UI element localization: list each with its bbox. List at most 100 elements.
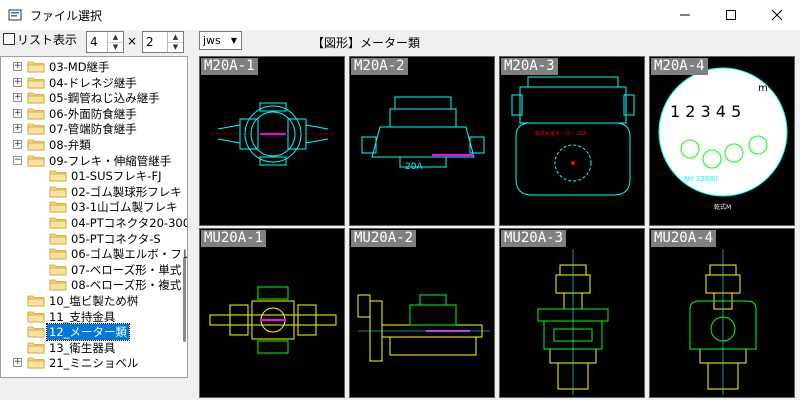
tree-item[interactable]: +04-ドレネジ継手 — [1, 75, 181, 91]
folder-icon — [27, 356, 45, 369]
expand-icon[interactable]: + — [13, 77, 22, 87]
maximize-icon — [726, 10, 736, 20]
svg-text:20A: 20A — [405, 162, 423, 172]
cad-drawing — [689, 249, 757, 395]
folder-icon — [27, 122, 45, 135]
tree-item[interactable]: +08-弁類 — [1, 137, 181, 153]
tree-item-label: 21_ミニショベル — [49, 356, 139, 371]
dial-unit: m³ — [758, 83, 772, 94]
expand-icon[interactable]: + — [13, 124, 22, 134]
thumbnail-mu20a-2[interactable]: MU20A-2 — [349, 228, 495, 398]
thumbnail-label: MU20A-2 — [351, 230, 417, 247]
rows-stepper[interactable]: 2 ▲ ▼ — [142, 31, 184, 53]
thumbnail-m20a-3[interactable]: 乾式水道メーター 20A M20A-3 — [499, 56, 645, 226]
tree-item[interactable]: − 09-フレキ・伸縮管継手 — [1, 153, 181, 169]
tree-item-label: 11_支持金具 — [49, 309, 116, 324]
thumbnail-mu20a-1[interactable]: MU20A-1 — [199, 228, 345, 398]
tree-item[interactable]: 12_メーター類 — [1, 323, 181, 342]
folder-icon — [27, 154, 45, 167]
tree-item-label: 08-ベローズ形・複式 — [71, 278, 182, 293]
folder-tree[interactable]: +03-MD継手 +04-ドレネジ継手 +05-鋼管ねじ込み継手 +06-外面防食継手… — [0, 56, 188, 378]
folder-icon — [49, 169, 67, 182]
folder-icon — [27, 60, 45, 73]
collapse-icon[interactable]: − — [13, 155, 22, 165]
tree-item[interactable]: +06-外面防食継手 — [1, 106, 181, 122]
dial-footer: 乾式M — [714, 203, 731, 211]
list-display-checkbox[interactable] — [3, 33, 15, 45]
tree-item[interactable]: +05-鋼管ねじ込み継手 — [1, 90, 181, 106]
folder-icon — [49, 200, 67, 213]
thumbnail-mu20a-4[interactable]: MU20A-4 — [649, 228, 795, 398]
tree-item[interactable]: 04-PTコネクタ20-300 — [1, 215, 187, 231]
tree-item-label: 06-ゴム製エルボ・フレ — [71, 247, 188, 262]
tree-item[interactable]: 05-PTコネクタ-S — [1, 231, 181, 247]
cad-drawing — [537, 249, 609, 395]
rows-up-button[interactable]: ▲ — [168, 32, 183, 42]
thumbnail-grid: M20A-1 20A M20A-2 乾式水道メーター 20A M20A-3 1 2 … — [199, 56, 797, 398]
tree-item[interactable]: 13_衛生器具 — [1, 340, 181, 356]
tree-item[interactable]: 02-ゴム製球形フレキ — [1, 184, 182, 200]
tree-item-label: 07-管端防食継手 — [49, 122, 137, 137]
thumbnail-label: MU20A-3 — [501, 230, 567, 247]
rows-down-button[interactable]: ▼ — [168, 42, 183, 52]
expand-icon[interactable]: + — [13, 62, 22, 71]
folder-icon — [49, 185, 67, 198]
expand-icon[interactable]: + — [13, 93, 22, 103]
tree-item[interactable]: 08-ベローズ形・複式 — [1, 277, 181, 293]
times-sign: × — [127, 34, 138, 48]
columns-down-button[interactable]: ▼ — [108, 42, 123, 52]
folder-icon — [27, 107, 45, 120]
tree-item[interactable]: 11_支持金具 — [1, 309, 181, 325]
tree-item[interactable]: 06-ゴム製エルボ・フレ — [1, 246, 187, 262]
tree-item[interactable]: 10_塩ビ製ため桝 — [1, 293, 181, 309]
tree-item-label: 08-弁類 — [49, 138, 91, 152]
filetype-select[interactable]: jws ▼ — [199, 31, 242, 50]
tree-item[interactable]: +21_ミニショベル — [1, 355, 181, 371]
tree-vertical-scrollbar[interactable] — [183, 257, 186, 342]
columns-value: 4 — [90, 35, 98, 49]
folder-icon — [49, 247, 67, 260]
columns-stepper[interactable]: 4 ▲ ▼ — [86, 31, 124, 53]
tree-item[interactable]: +07-管端防食継手 — [1, 121, 181, 137]
thumbnail-label: MU20A-1 — [201, 230, 267, 247]
cad-drawing — [210, 102, 336, 166]
folder-icon — [27, 294, 45, 307]
folder-icon — [49, 278, 67, 291]
tree-item[interactable]: +03-MD継手 — [1, 59, 181, 75]
rows-value: 2 — [146, 35, 154, 49]
cad-drawing: 乾式水道メーター 20A — [511, 76, 635, 196]
thumbnail-mu20a-3[interactable]: MU20A-3 — [499, 228, 645, 398]
thumbnail-caption: 乾式水道メーター 20A — [535, 130, 587, 137]
thumbnail-m20a-1[interactable]: M20A-1 — [199, 56, 345, 226]
thumbnail-label: MU20A-4 — [651, 230, 717, 247]
expand-icon[interactable]: + — [13, 358, 22, 368]
cad-drawing — [209, 286, 337, 354]
tree-item[interactable]: 03-1山ゴム製フレキ — [1, 199, 181, 215]
tree-item[interactable]: 07-ベローズ形・単式 — [1, 262, 181, 278]
thumbnail-m20a-2[interactable]: 20A M20A-2 — [349, 56, 495, 226]
tree-item-label: 06-外面防食継手 — [49, 106, 137, 121]
close-button[interactable] — [754, 0, 800, 30]
tree-item-label: 12_メーター類 — [46, 323, 130, 342]
cad-drawing — [357, 294, 490, 362]
thumbnail-m20a-4[interactable]: 1 2 3 4 5 m³ No 22600 乾式M M20A-4 — [649, 56, 795, 226]
expand-icon[interactable]: + — [13, 140, 22, 149]
tree-item[interactable]: 01-SUSフレキ-FJ — [1, 168, 181, 184]
thumbnail-label: M20A-1 — [201, 58, 258, 75]
title-bar: ファイル選択 — [0, 0, 800, 30]
close-icon — [771, 9, 783, 21]
filetype-value: jws — [203, 34, 221, 47]
expand-icon[interactable]: + — [13, 108, 22, 118]
folder-icon — [27, 325, 45, 338]
section-title: 【図形】メーター類 — [312, 36, 421, 50]
chevron-down-icon: ▼ — [230, 36, 238, 45]
minimize-icon — [680, 14, 690, 16]
cad-drawing: 20A — [361, 96, 485, 172]
maximize-button[interactable] — [708, 0, 754, 30]
columns-up-button[interactable]: ▲ — [108, 32, 123, 42]
tree-item-label: 04-ドレネジ継手 — [49, 75, 137, 90]
minimize-button[interactable] — [662, 0, 708, 30]
folder-icon — [27, 341, 45, 354]
tree-item-label: 13_衛生器具 — [49, 340, 116, 355]
toolbar: リスト表示 4 ▲ ▼ × 2 ▲ ▼ jws ▼ 【図形】メーター類 — [0, 30, 800, 56]
